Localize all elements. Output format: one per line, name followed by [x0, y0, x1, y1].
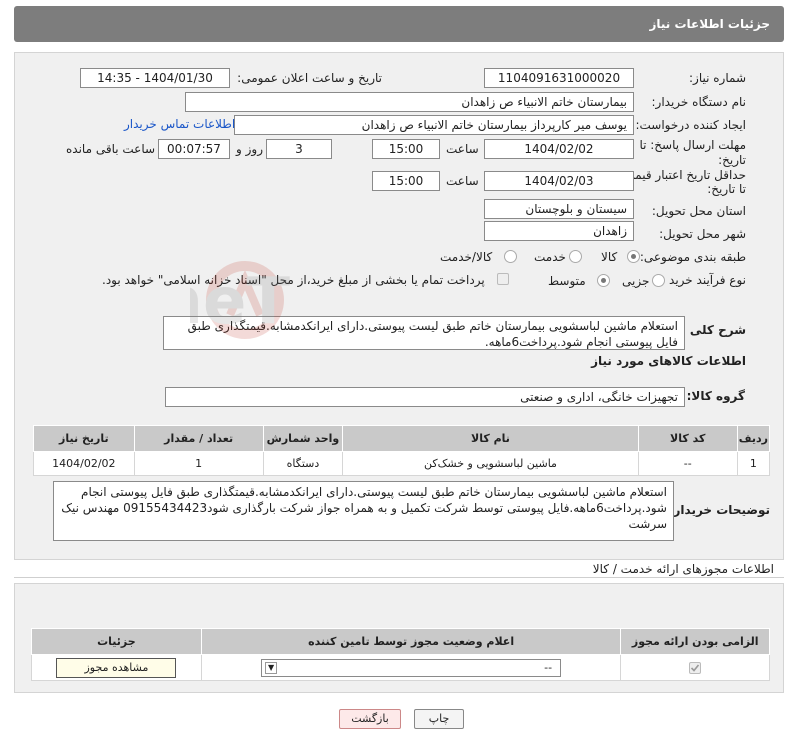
buyer-org-label: نام دستگاه خریدار:	[651, 95, 747, 109]
reply-deadline-time-field: 15:00	[372, 139, 440, 159]
need-number-field: 1104091631000020	[484, 68, 634, 88]
process-option-medium: متوسط	[548, 274, 586, 288]
buyer-contact-link[interactable]: اطلاعات تماس خریدار	[124, 117, 235, 131]
remaining-days-label: روز و	[236, 142, 263, 156]
category-radio-service[interactable]	[569, 250, 582, 263]
license-section-title: اطلاعات مجوزهای ارائه خدمت / کالا	[592, 562, 774, 576]
license-table: الزامی بودن ارائه مجوز اعلام وضعیت مجوز …	[31, 628, 770, 681]
goods-group-label: گروه کالا:	[686, 389, 745, 403]
col-row-number: ردیف	[736, 425, 771, 452]
city-field: زاهدان	[484, 221, 634, 241]
price-validity-time-label: ساعت	[446, 174, 479, 188]
category-label: طبقه بندی موضوعی:	[639, 250, 746, 264]
province-field: سیستان و بلوچستان	[484, 199, 634, 219]
cell-license-required	[620, 654, 770, 681]
license-status-value: --	[544, 660, 553, 674]
announce-datetime-label: تاریخ و ساعت اعلان عمومی:	[237, 71, 382, 85]
cell-row-number: 1	[736, 451, 771, 476]
category-option-goods: کالا	[601, 250, 618, 264]
category-option-service: خدمت	[534, 250, 566, 264]
col-license-details: جزئیات	[31, 628, 202, 655]
requester-field: یوسف میر کارپرداز بیمارستان خاتم الانبیا…	[234, 115, 634, 135]
category-radio-goods-service[interactable]	[504, 250, 517, 263]
goods-table: ردیف کد کالا نام کالا واحد شمارش تعداد /…	[33, 425, 771, 476]
price-validity-date-field: 1404/02/03	[484, 171, 634, 191]
page-title: جزئیات اطلاعات نیاز	[649, 17, 770, 31]
announce-datetime-field: 1404/01/30 - 14:35	[80, 68, 230, 88]
city-label: شهر محل تحویل:	[659, 227, 746, 241]
cell-need-date: 1404/02/02	[33, 451, 135, 476]
category-radio-goods[interactable]	[627, 250, 640, 263]
reply-deadline-label-line1: مهلت ارسال پاسخ: تا	[639, 138, 746, 152]
cell-quantity: 1	[133, 451, 264, 476]
back-button[interactable]: بازگشت	[339, 709, 401, 729]
cell-unit: دستگاه	[262, 451, 344, 476]
license-row: -- ▼ مشاهده مجوز	[31, 654, 770, 681]
page-header: جزئیات اطلاعات نیاز	[14, 6, 784, 42]
process-label: نوع فرآیند خرید :	[661, 273, 746, 287]
cell-item-code: --	[637, 451, 738, 476]
print-button[interactable]: چاپ	[414, 709, 464, 729]
cell-license-details: مشاهده مجوز	[31, 654, 202, 681]
buyer-notes-label: توضیحات خریدار:	[668, 503, 770, 517]
requester-label: ایجاد کننده درخواست:	[635, 118, 746, 132]
col-item-name: نام کالا	[342, 425, 639, 452]
process-option-minor: جزیی	[622, 274, 650, 288]
buyer-notes-textarea[interactable]: استعلام ماشین لباسشویی بیمارستان خاتم طب…	[53, 481, 674, 541]
price-validity-time-field: 15:00	[372, 171, 440, 191]
license-divider	[14, 577, 784, 578]
col-need-date: تاریخ نیاز	[33, 425, 135, 452]
reply-deadline-label-line2: تاریخ:	[718, 153, 746, 167]
col-license-required: الزامی بودن ارائه مجوز	[620, 628, 770, 655]
remaining-days-field: 3	[266, 139, 332, 159]
remaining-time-field: 00:07:57	[158, 139, 230, 159]
license-table-header: الزامی بودن ارائه مجوز اعلام وضعیت مجوز …	[31, 628, 770, 655]
price-validity-label-line2: تا تاریخ:	[707, 182, 746, 196]
reply-deadline-time-label: ساعت	[446, 142, 479, 156]
treasury-checkbox[interactable]	[497, 273, 509, 285]
goods-section-title: اطلاعات کالاهای مورد نیاز	[591, 354, 746, 368]
col-license-status: اعلام وضعیت مجوز توسط تامین کننده	[200, 628, 622, 655]
goods-table-header: ردیف کد کالا نام کالا واحد شمارش تعداد /…	[33, 425, 771, 452]
description-textarea[interactable]: استعلام ماشین لباسشویی بیمارستان خاتم طب…	[163, 316, 685, 350]
cell-license-status: -- ▼	[200, 654, 622, 681]
license-required-checkbox[interactable]	[689, 662, 702, 674]
license-status-select[interactable]: -- ▼	[261, 658, 562, 677]
check-icon	[691, 664, 700, 672]
chevron-down-icon: ▼	[265, 661, 278, 674]
process-radio-minor[interactable]	[652, 274, 665, 287]
process-radio-medium[interactable]	[597, 274, 610, 287]
category-option-goods-service: کالا/خدمت	[440, 250, 493, 264]
col-quantity: تعداد / مقدار	[133, 425, 264, 452]
col-unit: واحد شمارش	[262, 425, 344, 452]
need-number-label: شماره نیاز:	[689, 71, 746, 85]
province-label: استان محل تحویل:	[651, 204, 746, 218]
reply-deadline-date-field: 1404/02/02	[484, 139, 634, 159]
col-item-code: کد کالا	[637, 425, 738, 452]
view-license-button[interactable]: مشاهده مجوز	[56, 657, 177, 678]
remaining-time-label: ساعت باقی مانده	[66, 142, 156, 156]
cell-item-name: ماشین لباسشویی و خشک‌کن	[342, 451, 639, 476]
buyer-org-field: بیمارستان خاتم الانبیاء ص زاهدان	[185, 92, 634, 112]
table-row: 1 -- ماشین لباسشویی و خشک‌کن دستگاه 1 14…	[33, 451, 771, 476]
goods-group-field: تجهیزات خانگی، اداری و صنعتی	[165, 387, 685, 407]
price-validity-label-line1: حداقل تاریخ اعتبار قیمت:	[619, 168, 746, 182]
treasury-note: پرداخت تمام یا بخشی از مبلغ خرید،از محل …	[102, 273, 485, 287]
